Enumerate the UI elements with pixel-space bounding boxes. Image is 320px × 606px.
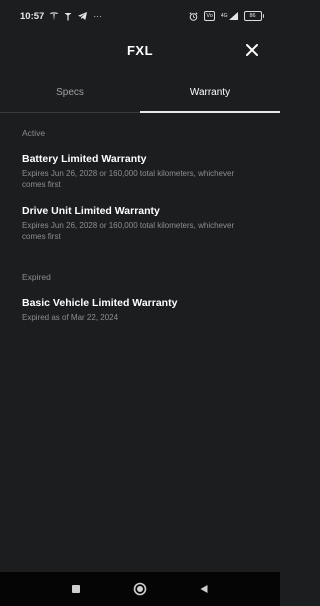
warranty-description: Expires Jun 26, 2028 or 160,000 total ki… xyxy=(22,169,235,189)
back-button[interactable] xyxy=(196,581,212,597)
warranty-description: Expires Jun 26, 2028 or 160,000 total ki… xyxy=(22,221,235,241)
close-icon xyxy=(246,44,258,56)
battery-level: 86 xyxy=(243,11,262,21)
home-icon xyxy=(133,582,147,596)
tab-bar: Specs Warranty xyxy=(0,72,280,113)
warranty-content: Active Battery Limited Warranty Expires … xyxy=(0,128,280,323)
volte-icon: Vo xyxy=(204,11,215,21)
warranty-title: Basic Vehicle Limited Warranty xyxy=(22,297,178,309)
tab-warranty[interactable]: Warranty xyxy=(140,72,280,113)
alarm-icon xyxy=(189,11,198,21)
recents-icon xyxy=(72,585,80,593)
antenna-icon xyxy=(64,12,72,21)
warranty-description: Expired as of Mar 22, 2024 xyxy=(22,313,119,322)
warranty-title: Battery Limited Warranty xyxy=(22,153,147,165)
recents-button[interactable] xyxy=(68,581,84,597)
tab-specs[interactable]: Specs xyxy=(0,72,140,112)
warranty-title: Drive Unit Limited Warranty xyxy=(22,205,160,217)
section-label-active: Active xyxy=(22,128,46,138)
status-bar-right: Vo 4G 86 xyxy=(189,11,264,21)
battery-icon: 86 xyxy=(243,11,264,21)
system-nav-bar xyxy=(0,572,280,606)
close-button[interactable] xyxy=(242,40,262,60)
warranty-item-basic-vehicle: Basic Vehicle Limited Warranty Expired a… xyxy=(22,297,258,323)
warranty-item-drive-unit: Drive Unit Limited Warranty Expires Jun … xyxy=(22,205,258,242)
more-notifications-icon: ··· xyxy=(93,10,102,21)
telegram-icon xyxy=(78,12,88,20)
signal-icon: 4G xyxy=(221,12,238,20)
network-type: 4G xyxy=(220,12,228,19)
warranty-item-battery: Battery Limited Warranty Expires Jun 26,… xyxy=(22,153,258,190)
status-bar-left: 10:57 ··· xyxy=(20,11,102,22)
home-button[interactable] xyxy=(132,581,148,597)
tesla-icon xyxy=(50,11,59,21)
status-bar: 10:57 ··· Vo 4G 86 xyxy=(0,0,280,32)
back-icon xyxy=(200,585,208,593)
section-label-expired: Expired xyxy=(22,272,51,282)
page-title: FXL xyxy=(126,42,154,58)
status-time: 10:57 xyxy=(20,10,45,22)
header: FXL xyxy=(0,32,280,68)
